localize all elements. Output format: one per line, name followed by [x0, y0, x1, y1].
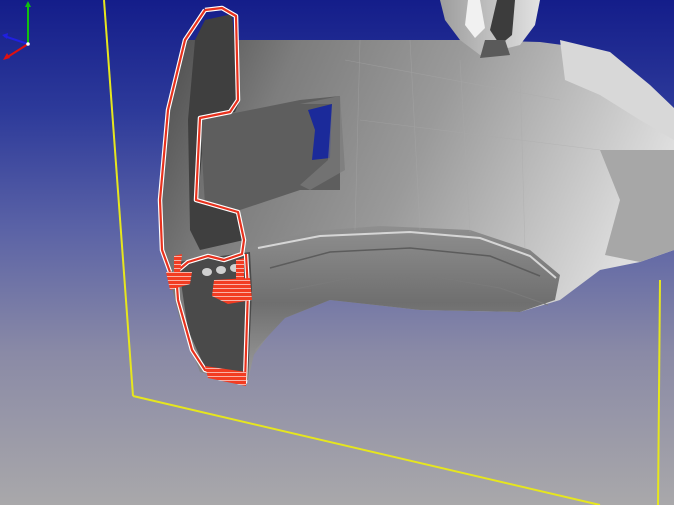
axis-triad-icon: [2, 1, 31, 60]
3d-viewport[interactable]: [0, 0, 674, 505]
scene-canvas[interactable]: [0, 0, 674, 505]
section-hatch: [236, 258, 244, 282]
